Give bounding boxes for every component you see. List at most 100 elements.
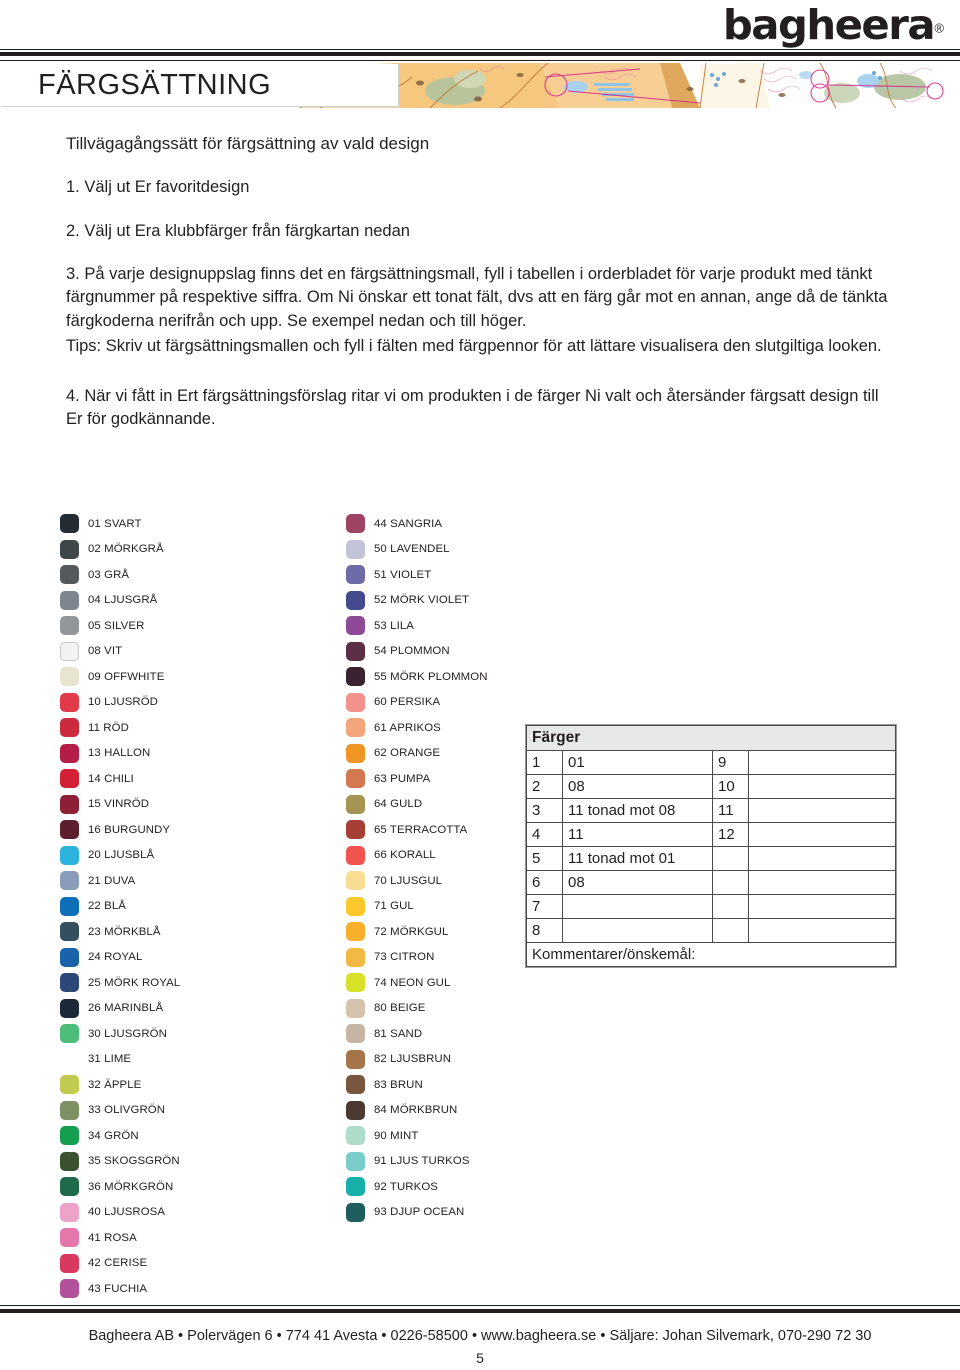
color-value-left[interactable]: 08 <box>562 870 713 895</box>
color-swatch-row[interactable]: 90 MINT <box>346 1123 606 1149</box>
color-swatch-row[interactable]: 93 DJUP OCEAN <box>346 1200 606 1226</box>
color-value-right[interactable] <box>748 774 896 799</box>
color-swatch-row[interactable]: 05 SILVER <box>60 613 320 639</box>
color-swatch-row[interactable]: 30 LJUSGRÖN <box>60 1021 320 1047</box>
color-swatch-row[interactable]: 43 FUCHIA <box>60 1276 320 1302</box>
color-swatch-row[interactable]: 09 OFFWHITE <box>60 664 320 690</box>
color-swatch-row[interactable]: 22 BLÅ <box>60 894 320 920</box>
color-swatch <box>60 947 79 967</box>
color-swatch-label: 04 LJUSGRÅ <box>88 594 158 607</box>
color-swatch-row[interactable]: 33 OLIVGRÖN <box>60 1098 320 1124</box>
color-swatch-row[interactable]: 10 LJUSRÖD <box>60 690 320 716</box>
color-swatch-row[interactable]: 03 GRÅ <box>60 562 320 588</box>
color-swatch <box>60 1024 79 1044</box>
color-swatch-row[interactable]: 24 ROYAL <box>60 945 320 971</box>
color-swatch-row[interactable]: 91 LJUS TURKOS <box>346 1149 606 1175</box>
color-swatch-label: 54 PLOMMON <box>374 645 450 658</box>
color-value-right[interactable] <box>748 918 896 943</box>
row-index-right <box>712 918 749 943</box>
instruction-step-3-tips: Tips: Skriv ut färgsättningsmallen och f… <box>66 337 882 356</box>
color-swatch-row[interactable]: 20 LJUSBLÅ <box>60 843 320 869</box>
color-swatch-row[interactable]: 35 SKOGSGRÖN <box>60 1149 320 1175</box>
color-swatch-row[interactable]: 54 PLOMMON <box>346 639 606 665</box>
color-swatch-label: 03 GRÅ <box>88 568 130 581</box>
color-swatch-label: 83 BRUN <box>374 1078 423 1091</box>
color-swatch-row[interactable]: 84 MÖRKBRUN <box>346 1098 606 1124</box>
color-swatch-row[interactable]: 42 CERISE <box>60 1251 320 1277</box>
color-value-right[interactable] <box>748 822 896 847</box>
color-swatch-row[interactable]: 13 HALLON <box>60 741 320 767</box>
color-value-left[interactable] <box>562 918 713 943</box>
instruction-step-3: 3. På varje designuppslag finns det en f… <box>66 264 888 330</box>
color-swatch-label: 16 BURGUNDY <box>88 823 171 836</box>
color-swatch-row[interactable]: 80 BEIGE <box>346 996 606 1022</box>
color-swatch-label: 62 ORANGE <box>374 747 441 760</box>
color-swatch-row[interactable]: 55 MÖRK PLOMMON <box>346 664 606 690</box>
color-swatch-row[interactable]: 40 LJUSROSA <box>60 1200 320 1226</box>
color-swatch-row[interactable]: 16 BURGUNDY <box>60 817 320 843</box>
color-value-left[interactable]: 11 tonad mot 08 <box>562 798 713 823</box>
color-swatch-label: 52 MÖRK VIOLET <box>374 594 470 607</box>
color-value-right[interactable] <box>748 798 896 823</box>
color-value-left[interactable]: 11 <box>562 822 713 847</box>
color-swatch-row[interactable]: 81 SAND <box>346 1021 606 1047</box>
color-value-left[interactable] <box>562 894 713 919</box>
color-swatch-row[interactable]: 92 TURKOS <box>346 1174 606 1200</box>
comment-field[interactable]: Kommentarer/önskemål: <box>526 942 896 967</box>
color-swatch-row[interactable]: 74 NEON GUL <box>346 970 606 996</box>
color-swatch-label: 22 BLÅ <box>88 900 126 913</box>
color-swatch-row[interactable]: 51 VIOLET <box>346 562 606 588</box>
color-swatch-label: 63 PUMPA <box>374 772 431 785</box>
color-swatch-row[interactable]: 82 LJUSBRUN <box>346 1047 606 1073</box>
color-swatch-row[interactable]: 41 ROSA <box>60 1225 320 1251</box>
color-swatch-row[interactable]: 52 MÖRK VIOLET <box>346 588 606 614</box>
color-value-right[interactable] <box>748 750 896 775</box>
color-swatch-row[interactable]: 14 CHILI <box>60 766 320 792</box>
color-swatch-label: 64 GULD <box>374 798 423 811</box>
color-swatch-row[interactable]: 02 MÖRKGRÅ <box>60 537 320 563</box>
color-swatch-row[interactable]: 15 VINRÖD <box>60 792 320 818</box>
row-index-left: 3 <box>526 798 563 823</box>
color-swatch-label: 84 MÖRKBRUN <box>374 1104 458 1117</box>
color-swatch <box>60 973 79 993</box>
color-swatch-row[interactable]: 31 LIME <box>60 1047 320 1073</box>
color-swatch <box>346 1100 365 1120</box>
instruction-step-2: 2. Välj ut Era klubbfärger från färgkart… <box>66 221 410 240</box>
color-swatch-row[interactable]: 53 LILA <box>346 613 606 639</box>
color-value-left[interactable]: 01 <box>562 750 713 775</box>
color-value-right[interactable] <box>748 846 896 871</box>
color-value-right[interactable] <box>748 894 896 919</box>
color-swatch <box>346 769 365 789</box>
row-index-right: 12 <box>712 822 749 847</box>
color-swatch <box>346 973 365 993</box>
color-swatch-row[interactable]: 44 SANGRIA <box>346 511 606 537</box>
color-swatch-row[interactable]: 01 SVART <box>60 511 320 537</box>
color-swatch-row[interactable]: 50 LAVENDEL <box>346 537 606 563</box>
color-swatch <box>346 845 365 865</box>
color-swatch-row[interactable]: 60 PERSIKA <box>346 690 606 716</box>
color-swatch <box>60 871 79 891</box>
color-swatch-label: 73 CITRON <box>374 951 435 964</box>
color-swatch-row[interactable]: 36 MÖRKGRÖN <box>60 1174 320 1200</box>
row-index-right <box>712 870 749 895</box>
color-swatch <box>346 1151 365 1171</box>
color-value-left[interactable]: 08 <box>562 774 713 799</box>
color-swatch-row[interactable]: 21 DUVA <box>60 868 320 894</box>
color-swatch-row[interactable]: 83 BRUN <box>346 1072 606 1098</box>
color-swatch-row[interactable]: 23 MÖRKBLÅ <box>60 919 320 945</box>
color-swatch-row[interactable]: 25 MÖRK ROYAL <box>60 970 320 996</box>
color-swatch-row[interactable]: 32 ÄPPLE <box>60 1072 320 1098</box>
color-swatch-row[interactable]: 26 MARINBLÅ <box>60 996 320 1022</box>
color-swatch-row[interactable]: 08 VIT <box>60 639 320 665</box>
color-swatch-row[interactable]: 04 LJUSGRÅ <box>60 588 320 614</box>
color-value-right[interactable] <box>748 870 896 895</box>
color-swatch-label: 30 LJUSGRÖN <box>88 1027 167 1040</box>
table-row: 5 11 tonad mot 01 <box>526 846 896 871</box>
table-row: 2 08 10 <box>526 774 896 799</box>
color-swatch <box>60 1228 79 1248</box>
color-swatch-row[interactable]: 11 RÖD <box>60 715 320 741</box>
color-swatch <box>60 845 79 865</box>
color-swatch <box>346 514 365 534</box>
color-swatch-row[interactable]: 34 GRÖN <box>60 1123 320 1149</box>
color-value-left[interactable]: 11 tonad mot 01 <box>562 846 713 871</box>
